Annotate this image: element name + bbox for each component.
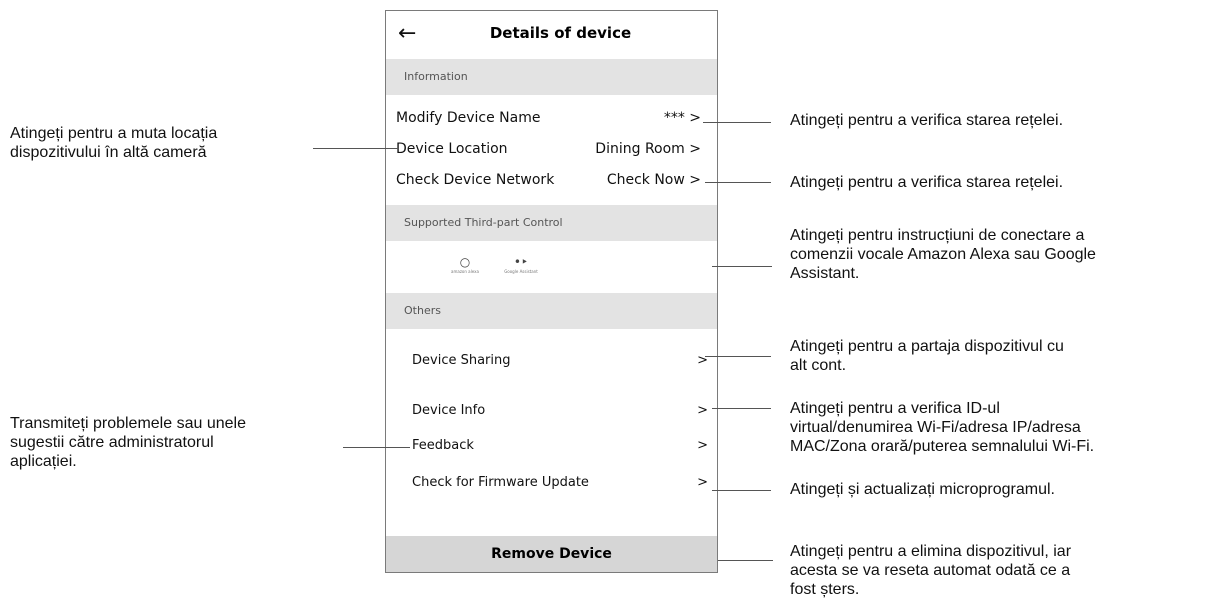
leader-line-sharing <box>705 356 771 357</box>
annotation-name: Atingeți pentru a verifica starea rețele… <box>790 112 1064 129</box>
remove-device-button[interactable]: Remove Device <box>386 536 717 572</box>
annotation-voice: Atingeți pentru instrucțiuni de conectar… <box>790 227 1096 282</box>
device-sharing-chevron-icon: > <box>697 353 708 368</box>
leader-line-location <box>313 148 399 149</box>
annotation-sharing: Atingeți pentru a partaja dispozitivul c… <box>790 338 1064 374</box>
feedback-chevron-icon: > <box>697 438 708 453</box>
annotation-remove: Atingeți pentru a elimina dispozitivul, … <box>790 543 1072 598</box>
google-assistant-item[interactable]: •‣ Google Assistant <box>491 255 551 275</box>
check-device-network-label: Check Device Network <box>396 172 555 188</box>
section-third-party-header: Supported Third-part Control <box>386 205 717 241</box>
leader-line-firmware <box>712 490 771 491</box>
modify-device-name-label: Modify Device Name <box>396 110 541 126</box>
leader-line-voice <box>712 266 772 267</box>
device-location-label: Device Location <box>396 141 508 157</box>
check-device-network-value: Check Now > <box>606 172 701 188</box>
device-info-chevron-icon: > <box>697 403 708 418</box>
device-location-value: Dining Room > <box>595 141 701 157</box>
google-assistant-icon: •‣ <box>513 255 529 269</box>
leader-line-info <box>712 408 771 409</box>
annotation-firmware: Atingeți și actualizați microprogramul. <box>790 481 1055 498</box>
firmware-update-label: Check for Firmware Update <box>412 475 589 490</box>
feedback-label: Feedback <box>412 438 474 453</box>
section-others-header: Others <box>386 293 717 329</box>
firmware-update-chevron-icon: > <box>697 475 708 490</box>
annotation-location: Atingeți pentru a muta locația dispoziti… <box>10 125 218 161</box>
annotation-feedback: Transmiteți problemele sau unele sugesti… <box>10 415 246 470</box>
page-title: Details of device <box>489 24 632 42</box>
annotation-info: Atingeți pentru a verifica ID-ul virtual… <box>790 400 1095 455</box>
amazon-alexa-icon: ○ <box>459 255 471 269</box>
section-information-header: Information <box>386 59 717 95</box>
device-details-screen: ← Details of device Information Modify D… <box>385 10 718 573</box>
google-assistant-caption: Google Assistant <box>504 269 538 274</box>
leader-line-name <box>703 122 771 123</box>
annotation-network: Atingeți pentru a verifica starea rețele… <box>790 174 1064 191</box>
modify-device-name-value: *** > <box>663 110 701 126</box>
amazon-alexa-caption: amazon alexa <box>451 269 479 274</box>
leader-line-network <box>705 182 771 183</box>
device-info-label: Device Info <box>412 403 486 418</box>
device-sharing-label: Device Sharing <box>412 353 511 368</box>
leader-line-feedback <box>343 447 410 448</box>
amazon-alexa-item[interactable]: ○ amazon alexa <box>435 255 495 275</box>
header-bar: ← Details of device <box>386 11 717 59</box>
leader-line-remove <box>718 560 773 561</box>
